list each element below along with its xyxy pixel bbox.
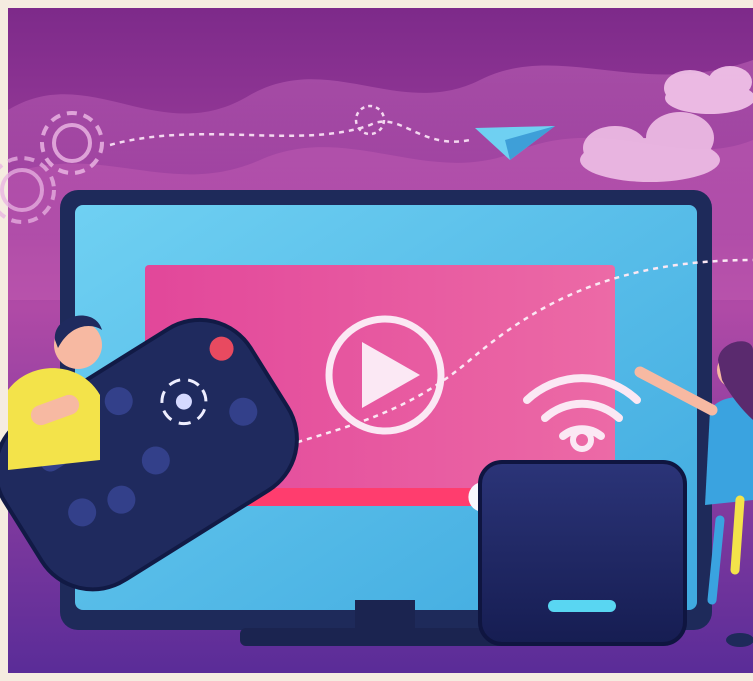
set-top-box	[478, 460, 687, 646]
illustration-canvas	[0, 0, 753, 681]
streaming-illustration	[0, 0, 753, 681]
box-indicator-light	[548, 600, 616, 612]
